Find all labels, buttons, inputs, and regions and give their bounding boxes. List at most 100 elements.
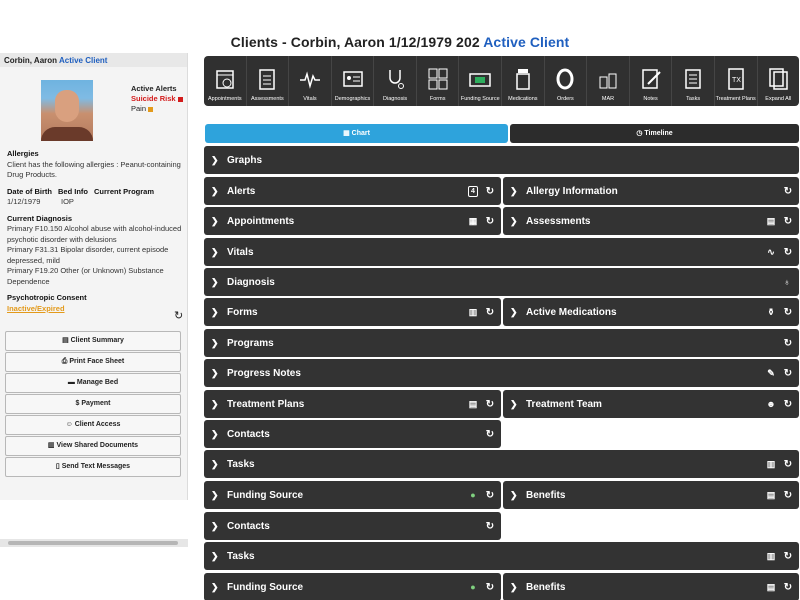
section-label: Benefits [526, 581, 566, 593]
alert-pain[interactable]: Pain [131, 104, 146, 113]
section-forms[interactable]: ❯ Forms ▥ ↻ [204, 298, 501, 326]
client-photo[interactable] [41, 80, 93, 141]
sidebar-button-payment[interactable]: $ Payment [5, 394, 181, 414]
refresh-icon[interactable]: ↻ [485, 307, 495, 318]
section-treatment-plans[interactable]: ❯ Treatment Plans ▤ ↻ [204, 390, 501, 418]
allergies-label: Allergies [7, 149, 39, 158]
toolbar-funding-source-button[interactable]: Funding Source [459, 56, 503, 106]
section-active-medications[interactable]: ❯ Active Medications ⚱ ↻ [503, 298, 799, 326]
refresh-icon[interactable]: ↻ [783, 551, 793, 562]
sidebar-button-client-access[interactable]: ☺ Client Access [5, 415, 181, 435]
toolbar-tasks-button[interactable]: Tasks [672, 56, 715, 106]
refresh-icon[interactable]: ↻ [783, 338, 793, 349]
toolbar-medications-button[interactable]: Medications [502, 56, 545, 106]
refresh-icon[interactable]: ↻ [485, 429, 495, 440]
refresh-icon[interactable]: ↻ [783, 459, 793, 470]
pill-bottle-icon: ⚱ [767, 306, 775, 317]
dob-value: 1/12/1979 [7, 197, 41, 206]
money-icon [469, 65, 491, 93]
chevron-right-icon: ❯ [211, 215, 219, 226]
toolbar-label: Medications [508, 96, 538, 102]
alert-suicide-risk[interactable]: Suicide Risk [131, 94, 176, 103]
treatment-plan-icon: ▤ [468, 398, 478, 409]
refresh-icon[interactable]: ↻ [783, 399, 793, 410]
tab-chart-label: Chart [351, 130, 370, 137]
calendar-check-icon [214, 65, 236, 93]
sidebar-button-print-face-sheet[interactable]: ⎙ Print Face Sheet [5, 352, 181, 372]
refresh-icon[interactable]: ↻ [783, 368, 793, 379]
refresh-icon[interactable]: ↻ [783, 490, 793, 501]
section-funding-source[interactable]: ❯ Funding Source ● ↻ [204, 573, 501, 600]
section-contacts[interactable]: ❯ Contacts ↻ [204, 512, 501, 540]
section-treatment-team[interactable]: ❯ Treatment Team ☻ ↻ [503, 390, 799, 418]
toolbar-diagnosis-button[interactable]: Diagnosis [374, 56, 417, 106]
sidebar-button-view-shared-documents[interactable]: ▥ View Shared Documents [5, 436, 181, 456]
refresh-icon[interactable]: ↻ [485, 521, 495, 532]
treatment-plan-icon: TX [725, 65, 747, 93]
bed-label: Bed Info [58, 186, 88, 196]
toolbar-treatment-plans-button[interactable]: TX Treatment Plans [715, 56, 758, 106]
sidebar-button-manage-bed[interactable]: ▬ Manage Bed [5, 373, 181, 393]
section-vitals[interactable]: ❯ Vitals ∿ ↻ [204, 238, 799, 266]
refresh-icon[interactable]: ↻ [783, 307, 793, 318]
refresh-icon[interactable]: ↻ [783, 216, 793, 227]
section-tasks[interactable]: ❯ Tasks ▥ ↻ [204, 542, 799, 570]
sidebar-actions: ▤ Client Summary ⎙ Print Face Sheet ▬ Mana… [5, 331, 181, 478]
toolbar-demographics-button[interactable]: Demographics [332, 56, 375, 106]
section-label: Funding Source [227, 581, 304, 593]
refresh-icon[interactable]: ↻ [485, 582, 495, 593]
section-benefits[interactable]: ❯ Benefits ▤ ↻ [503, 573, 799, 600]
toolbar-mar-button[interactable]: MAR [587, 56, 630, 106]
consent-link[interactable]: Inactive/Expired [7, 304, 183, 315]
refresh-icon[interactable]: ↻ [174, 309, 183, 322]
chevron-right-icon: ❯ [211, 154, 219, 165]
tab-timeline[interactable]: ◷ Timeline [510, 124, 799, 143]
refresh-icon[interactable]: ↻ [485, 216, 495, 227]
refresh-icon[interactable]: ↻ [783, 247, 793, 258]
sidebar-button-client-summary[interactable]: ▤ Client Summary [5, 331, 181, 351]
toolbar-label: Orders [557, 96, 574, 102]
stethoscope-icon [384, 65, 406, 93]
sidebar-button-label: View Shared Documents [56, 442, 139, 449]
section-allergy-information[interactable]: ❯ Allergy Information ↻ [503, 177, 799, 205]
money-icon: ● [470, 582, 476, 592]
toolbar-orders-button[interactable]: Orders [545, 56, 588, 106]
section-progress-notes[interactable]: ❯ Progress Notes ✎ ↻ [204, 359, 799, 387]
refresh-icon[interactable]: ↻ [485, 490, 495, 501]
section-assessments[interactable]: ❯ Assessments ▤ ↻ [503, 207, 799, 235]
toolbar-appointments-button[interactable]: Appointments [204, 56, 247, 106]
toolbar-expand-all-button[interactable]: Expand All [758, 56, 800, 106]
section-programs[interactable]: ❯ Programs ↻ [204, 329, 799, 357]
refresh-icon[interactable]: ↻ [783, 186, 793, 197]
section-label: Active Medications [526, 306, 617, 318]
section-benefits[interactable]: ❯ Benefits ▤ ↻ [503, 481, 799, 509]
section-contacts[interactable]: ❯ Contacts ↻ [204, 420, 501, 448]
sidebar-button-label: Manage Bed [76, 379, 119, 386]
chevron-right-icon: ❯ [510, 581, 518, 592]
tab-chart[interactable]: ▦ Chart [205, 124, 508, 143]
section-appointments[interactable]: ❯ Appointments ▦ ↻ [204, 207, 501, 235]
orders-icon [554, 65, 576, 93]
section-graphs[interactable]: ❯ Graphs [204, 146, 799, 174]
users-icon: ☺ [65, 421, 75, 428]
section-tasks[interactable]: ❯ Tasks ▥ ↻ [204, 450, 799, 478]
section-label: Treatment Team [526, 398, 602, 410]
toolbar-forms-button[interactable]: Forms [417, 56, 460, 106]
refresh-icon[interactable]: ↻ [485, 399, 495, 410]
sidebar-button-send-text-messages[interactable]: ▯ Send Text Messages [5, 457, 181, 477]
toolbar-notes-button[interactable]: Notes [630, 56, 673, 106]
mar-icon [597, 65, 619, 93]
section-alerts[interactable]: ❯ Alerts 4 ↻ [204, 177, 501, 205]
refresh-icon[interactable]: ↻ [485, 186, 495, 197]
refresh-icon[interactable]: ↻ [783, 582, 793, 593]
toolbar-vitals-button[interactable]: Vitals [289, 56, 332, 106]
alert-red-square-icon [177, 96, 183, 102]
toolbar-assessments-button[interactable]: Assessments [247, 56, 290, 106]
dob-label: Date of Birth [7, 186, 52, 196]
horizontal-scrollbar[interactable] [0, 539, 188, 547]
toolbar-label: MAR [601, 96, 615, 102]
chevron-right-icon: ❯ [510, 489, 518, 500]
calendar-icon: ▦ [468, 215, 478, 226]
section-diagnosis[interactable]: ❯ Diagnosis ♁ [204, 268, 799, 296]
section-funding-source[interactable]: ❯ Funding Source ● ↻ [204, 481, 501, 509]
